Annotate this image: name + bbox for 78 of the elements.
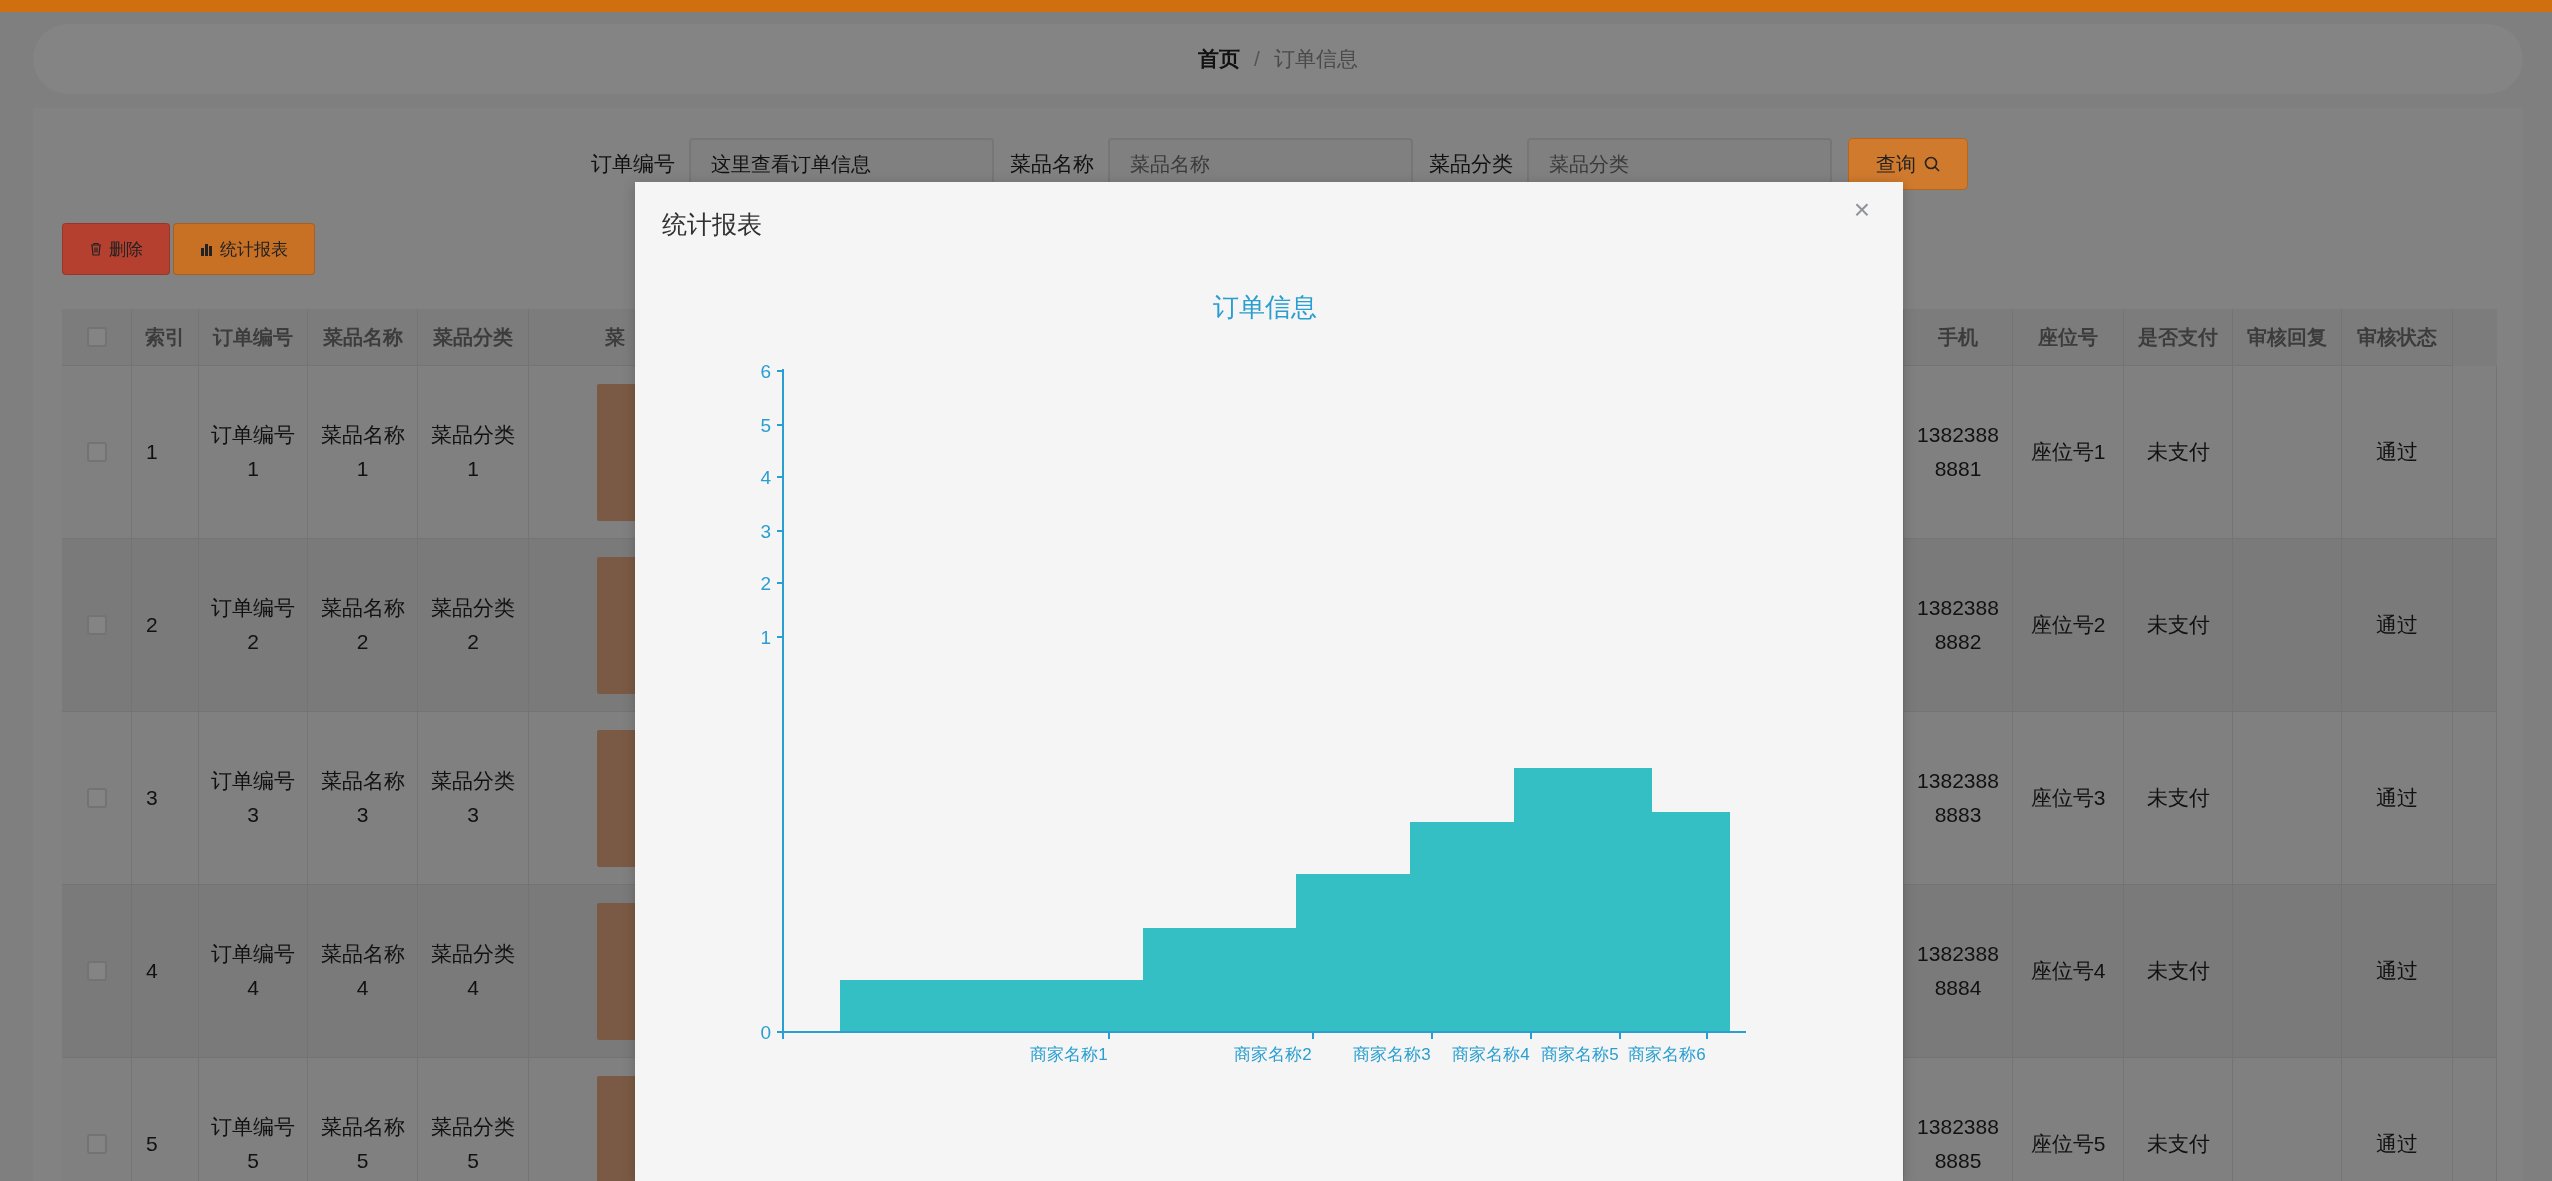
table-cell-text: 订单编号4 bbox=[210, 941, 296, 1001]
table-cell-text: 通过 bbox=[2376, 958, 2418, 985]
report-button[interactable]: 统计报表 bbox=[173, 223, 315, 275]
table-cell-text: 订单编号2 bbox=[210, 595, 296, 655]
search-button[interactable]: 查询 bbox=[1847, 138, 1968, 190]
column-header: 菜品分类 bbox=[433, 325, 513, 350]
axis-label: 商家名称2 bbox=[1234, 1045, 1312, 1064]
axis-label: 0 bbox=[760, 1022, 771, 1043]
table-cell-text: 菜品名称5 bbox=[319, 1114, 406, 1174]
table-cell-text: 未支付 bbox=[2146, 785, 2210, 812]
table-cell-text: 菜品名称1 bbox=[319, 422, 406, 482]
table-cell-text: 13823888881 bbox=[1916, 422, 2000, 482]
table-cell-text: 1 bbox=[146, 439, 158, 466]
field-label: 订单编号 bbox=[590, 151, 675, 177]
axis-label: 商家名称6 bbox=[1628, 1045, 1706, 1064]
table-cell-text: 2 bbox=[146, 612, 158, 639]
column-header: 审核回复 bbox=[2247, 325, 2327, 350]
column-header: 菜 bbox=[605, 325, 625, 350]
table-cell-text: 未支付 bbox=[2146, 612, 2210, 639]
field-label: 菜品名称 bbox=[1009, 151, 1094, 177]
table-cell-text: 座位号4 bbox=[2030, 958, 2106, 985]
axis-label: 商家名称5 bbox=[1541, 1045, 1619, 1064]
table-cell-text: 菜品分类2 bbox=[430, 595, 516, 655]
table-cell-text: 菜品名称4 bbox=[319, 941, 406, 1001]
table-cell-text: 未支付 bbox=[2146, 1131, 2210, 1158]
field-label: 菜品分类 bbox=[1428, 151, 1513, 177]
column-header: 审核状态 bbox=[2357, 325, 2437, 350]
axis-label: 5 bbox=[760, 415, 771, 436]
column-header: 菜品名称 bbox=[322, 325, 403, 350]
table-cell-text: 13823888885 bbox=[1916, 1114, 2000, 1174]
table-cell-text: 13823888882 bbox=[1916, 595, 2000, 655]
breadcrumb-separator: / bbox=[1254, 47, 1260, 71]
close-button[interactable]: × bbox=[1847, 194, 1876, 226]
chart-title: 订单信息 bbox=[1213, 292, 1317, 322]
table-cell-text: 通过 bbox=[2376, 612, 2418, 639]
column-header: 是否支付 bbox=[2138, 325, 2218, 350]
column-header: 索引 bbox=[145, 325, 185, 350]
axis-label: 3 bbox=[760, 521, 771, 542]
table-cell-text: 订单编号3 bbox=[210, 768, 296, 828]
table-cell-text: 菜品分类3 bbox=[430, 768, 516, 828]
table-cell-text: 13823888884 bbox=[1916, 941, 2000, 1001]
table-cell-text: 未支付 bbox=[2146, 958, 2210, 985]
axis-label: 6 bbox=[760, 361, 771, 382]
column-header: 订单编号 bbox=[213, 325, 293, 350]
table-cell-text: 通过 bbox=[2376, 785, 2418, 812]
dialog-title: 统计报表 bbox=[662, 208, 762, 240]
table-cell-text: 订单编号5 bbox=[210, 1114, 296, 1174]
table-cell-text: 菜品名称3 bbox=[319, 768, 406, 828]
table-cell-text: 通过 bbox=[2376, 1131, 2418, 1158]
trash-icon bbox=[89, 242, 103, 256]
breadcrumb-link[interactable]: 首页 bbox=[1198, 45, 1241, 73]
axis-label: 1 bbox=[760, 627, 771, 648]
table-cell-text: 3 bbox=[146, 785, 158, 812]
table-cell-text: 菜品分类1 bbox=[430, 422, 516, 482]
bar-chart-icon bbox=[200, 242, 214, 256]
table-cell-text: 订单编号1 bbox=[210, 422, 296, 482]
table-cell-text: 未支付 bbox=[2146, 439, 2210, 466]
table-cell-text: 13823888883 bbox=[1916, 768, 2000, 828]
table-cell-text: 菜品分类5 bbox=[430, 1114, 516, 1174]
table-cell-text: 座位号2 bbox=[2030, 612, 2106, 639]
column-header: 座位号 bbox=[2038, 325, 2098, 350]
table-cell-text: 4 bbox=[146, 958, 158, 985]
search-icon bbox=[1923, 156, 1940, 172]
column-header: 手机 bbox=[1938, 325, 1978, 350]
table-cell-text: 通过 bbox=[2376, 439, 2418, 466]
table-cell-text: 5 bbox=[146, 1131, 158, 1158]
axis-label: 商家名称1 bbox=[1030, 1045, 1108, 1064]
axis-label: 商家名称4 bbox=[1452, 1045, 1530, 1064]
table-cell-text: 座位号3 bbox=[2030, 785, 2106, 812]
axis-label: 4 bbox=[760, 467, 771, 488]
table-cell-text: 座位号5 bbox=[2030, 1131, 2106, 1158]
breadcrumb-current: 订单信息 bbox=[1273, 46, 1358, 72]
table-cell-text: 菜品名称2 bbox=[319, 595, 406, 655]
delete-button[interactable]: 删除 bbox=[62, 223, 170, 275]
table-cell-text: 座位号1 bbox=[2030, 439, 2106, 466]
axis-label: 2 bbox=[760, 573, 771, 594]
axis-label: 商家名称3 bbox=[1353, 1045, 1431, 1064]
table-cell-text: 菜品分类4 bbox=[430, 941, 516, 1001]
